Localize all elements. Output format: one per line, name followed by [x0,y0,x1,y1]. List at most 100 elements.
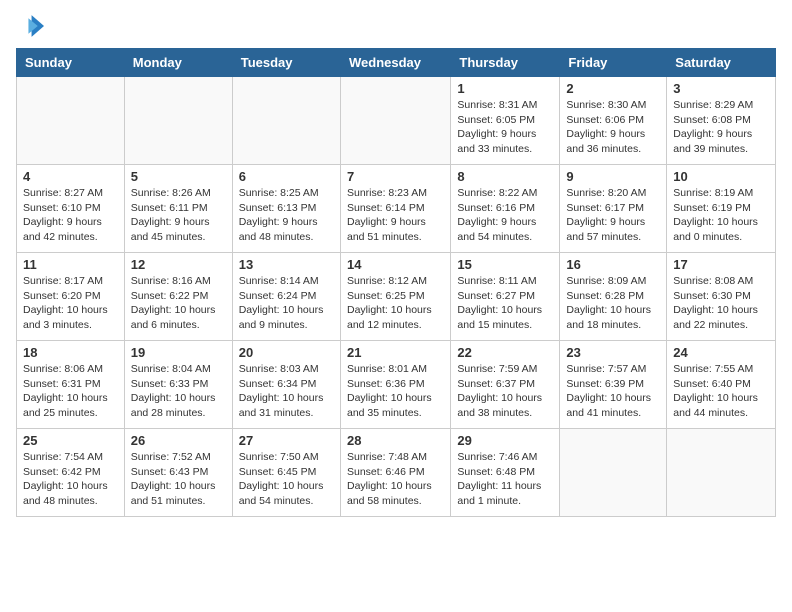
calendar-cell: 14 Sunrise: 8:12 AM Sunset: 6:25 PM Dayli… [340,253,450,341]
calendar-cell [124,77,232,165]
day-info: Sunrise: 8:11 AM Sunset: 6:27 PM Dayligh… [457,274,553,333]
calendar-week-row: 4 Sunrise: 8:27 AM Sunset: 6:10 PM Daylig… [17,165,776,253]
day-number: 26 [131,433,226,448]
page: SundayMondayTuesdayWednesdayThursdayFrid… [0,0,792,529]
calendar-cell: 18 Sunrise: 8:06 AM Sunset: 6:31 PM Dayli… [17,341,125,429]
day-of-week-header: Tuesday [232,49,340,77]
day-number: 10 [673,169,769,184]
calendar-cell: 27Sunrise: 7:50 AM Sunset: 6:45 PM Dayli… [232,429,340,517]
day-of-week-header: Saturday [667,49,776,77]
day-number: 13 [239,257,334,272]
day-info: Sunrise: 8:29 AM Sunset: 6:08 PM Dayligh… [673,98,769,157]
calendar-cell: 16 Sunrise: 8:09 AM Sunset: 6:28 PM Dayli… [560,253,667,341]
day-number: 24 [673,345,769,360]
calendar-cell: 15 Sunrise: 8:11 AM Sunset: 6:27 PM Dayli… [451,253,560,341]
day-info: Sunrise: 8:27 AM Sunset: 6:10 PM Dayligh… [23,186,118,245]
calendar-cell: 25 Sunrise: 7:54 AM Sunset: 6:42 PM Dayli… [17,429,125,517]
calendar-week-row: 18 Sunrise: 8:06 AM Sunset: 6:31 PM Dayli… [17,341,776,429]
calendar-cell [232,77,340,165]
day-number: 17 [673,257,769,272]
day-of-week-header: Thursday [451,49,560,77]
day-of-week-header: Wednesday [340,49,450,77]
calendar-cell: 21 Sunrise: 8:01 AM Sunset: 6:36 PM Dayli… [340,341,450,429]
calendar-cell: 24 Sunrise: 7:55 AM Sunset: 6:40 PM Dayli… [667,341,776,429]
logo-icon [16,12,44,40]
calendar-cell: 2 Sunrise: 8:30 AM Sunset: 6:06 PM Daylig… [560,77,667,165]
calendar-cell: 26 Sunrise: 7:52 AM Sunset: 6:43 PM Dayli… [124,429,232,517]
day-info: Sunrise: 8:04 AM Sunset: 6:33 PM Dayligh… [131,362,226,421]
day-info: Sunrise: 7:57 AM Sunset: 6:39 PM Dayligh… [566,362,660,421]
day-info: Sunrise: 8:01 AM Sunset: 6:36 PM Dayligh… [347,362,444,421]
calendar-cell [560,429,667,517]
day-of-week-header: Monday [124,49,232,77]
day-number: 27 [239,433,334,448]
calendar-cell: 19 Sunrise: 8:04 AM Sunset: 6:33 PM Dayli… [124,341,232,429]
logo [16,12,48,40]
day-of-week-header: Friday [560,49,667,77]
day-info: Sunrise: 7:52 AM Sunset: 6:43 PM Dayligh… [131,450,226,509]
day-number: 20 [239,345,334,360]
day-info: Sunrise: 7:48 AM Sunset: 6:46 PM Dayligh… [347,450,444,509]
day-info: Sunrise: 7:46 AM Sunset: 6:48 PM Dayligh… [457,450,553,509]
calendar-cell [17,77,125,165]
day-of-week-header: Sunday [17,49,125,77]
day-info: Sunrise: 8:20 AM Sunset: 6:17 PM Dayligh… [566,186,660,245]
day-info: Sunrise: 8:06 AM Sunset: 6:31 PM Dayligh… [23,362,118,421]
calendar-week-row: 1Sunrise: 8:31 AM Sunset: 6:05 PM Daylig… [17,77,776,165]
calendar-cell: 7 Sunrise: 8:23 AM Sunset: 6:14 PM Daylig… [340,165,450,253]
day-info: Sunrise: 8:30 AM Sunset: 6:06 PM Dayligh… [566,98,660,157]
calendar-cell [340,77,450,165]
day-info: Sunrise: 8:08 AM Sunset: 6:30 PM Dayligh… [673,274,769,333]
calendar-cell: 11 Sunrise: 8:17 AM Sunset: 6:20 PM Dayli… [17,253,125,341]
calendar-cell: 22Sunrise: 7:59 AM Sunset: 6:37 PM Dayli… [451,341,560,429]
calendar-cell: 1Sunrise: 8:31 AM Sunset: 6:05 PM Daylig… [451,77,560,165]
day-number: 14 [347,257,444,272]
day-info: Sunrise: 8:23 AM Sunset: 6:14 PM Dayligh… [347,186,444,245]
day-number: 16 [566,257,660,272]
day-info: Sunrise: 8:16 AM Sunset: 6:22 PM Dayligh… [131,274,226,333]
day-number: 21 [347,345,444,360]
day-info: Sunrise: 8:09 AM Sunset: 6:28 PM Dayligh… [566,274,660,333]
day-number: 9 [566,169,660,184]
day-info: Sunrise: 8:22 AM Sunset: 6:16 PM Dayligh… [457,186,553,245]
day-info: Sunrise: 8:03 AM Sunset: 6:34 PM Dayligh… [239,362,334,421]
calendar-table: SundayMondayTuesdayWednesdayThursdayFrid… [16,48,776,517]
calendar-cell: 13 Sunrise: 8:14 AM Sunset: 6:24 PM Dayli… [232,253,340,341]
day-info: Sunrise: 8:12 AM Sunset: 6:25 PM Dayligh… [347,274,444,333]
day-number: 23 [566,345,660,360]
day-number: 11 [23,257,118,272]
day-number: 7 [347,169,444,184]
day-info: Sunrise: 8:14 AM Sunset: 6:24 PM Dayligh… [239,274,334,333]
calendar-week-row: 25 Sunrise: 7:54 AM Sunset: 6:42 PM Dayli… [17,429,776,517]
day-number: 12 [131,257,226,272]
day-number: 29 [457,433,553,448]
day-number: 25 [23,433,118,448]
day-number: 2 [566,81,660,96]
calendar-cell [667,429,776,517]
day-number: 4 [23,169,118,184]
calendar-cell: 20 Sunrise: 8:03 AM Sunset: 6:34 PM Dayli… [232,341,340,429]
day-number: 8 [457,169,553,184]
day-info: Sunrise: 7:54 AM Sunset: 6:42 PM Dayligh… [23,450,118,509]
calendar-cell: 5Sunrise: 8:26 AM Sunset: 6:11 PM Daylig… [124,165,232,253]
day-info: Sunrise: 7:55 AM Sunset: 6:40 PM Dayligh… [673,362,769,421]
day-number: 15 [457,257,553,272]
day-number: 18 [23,345,118,360]
day-info: Sunrise: 8:17 AM Sunset: 6:20 PM Dayligh… [23,274,118,333]
calendar-cell: 12 Sunrise: 8:16 AM Sunset: 6:22 PM Dayli… [124,253,232,341]
day-number: 22 [457,345,553,360]
calendar-cell: 8 Sunrise: 8:22 AM Sunset: 6:16 PM Daylig… [451,165,560,253]
calendar-week-row: 11 Sunrise: 8:17 AM Sunset: 6:20 PM Dayli… [17,253,776,341]
calendar-cell: 23 Sunrise: 7:57 AM Sunset: 6:39 PM Dayli… [560,341,667,429]
calendar-cell: 17 Sunrise: 8:08 AM Sunset: 6:30 PM Dayli… [667,253,776,341]
day-number: 5 [131,169,226,184]
day-number: 19 [131,345,226,360]
day-number: 6 [239,169,334,184]
day-info: Sunrise: 8:19 AM Sunset: 6:19 PM Dayligh… [673,186,769,245]
day-info: Sunrise: 8:25 AM Sunset: 6:13 PM Dayligh… [239,186,334,245]
calendar-cell: 10 Sunrise: 8:19 AM Sunset: 6:19 PM Dayli… [667,165,776,253]
day-number: 3 [673,81,769,96]
calendar-cell: 9 Sunrise: 8:20 AM Sunset: 6:17 PM Daylig… [560,165,667,253]
calendar-cell: 29 Sunrise: 7:46 AM Sunset: 6:48 PM Dayli… [451,429,560,517]
calendar-cell: 28Sunrise: 7:48 AM Sunset: 6:46 PM Dayli… [340,429,450,517]
